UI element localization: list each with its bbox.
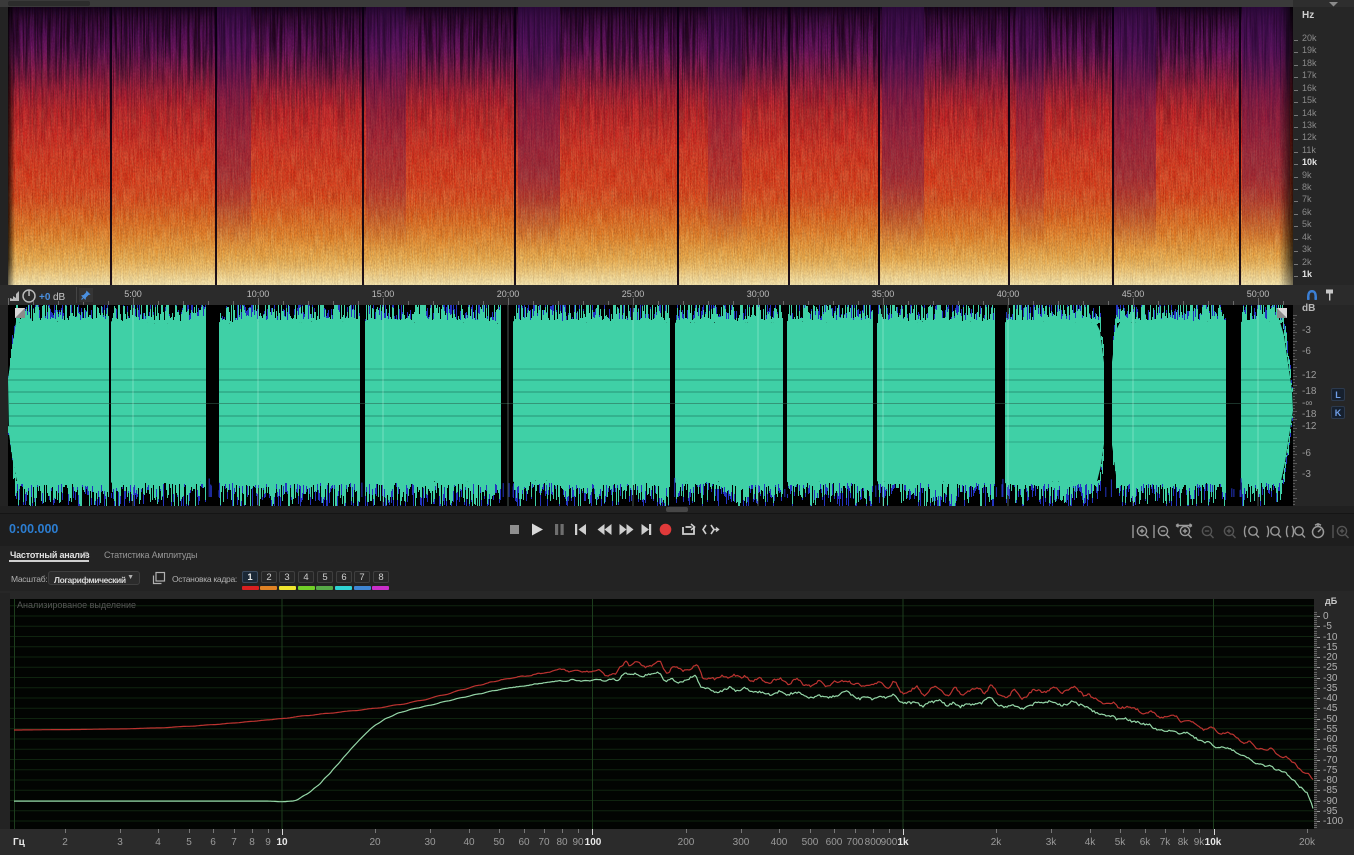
svg-text:dB: dB xyxy=(53,292,66,303)
svg-text:+0: +0 xyxy=(39,292,51,303)
